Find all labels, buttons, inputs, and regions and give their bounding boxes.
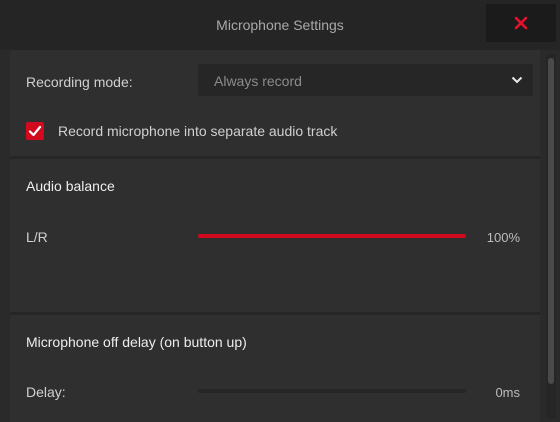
balance-slider[interactable] xyxy=(198,234,466,238)
close-button[interactable] xyxy=(486,4,556,42)
scrollbar-thumb[interactable] xyxy=(548,58,554,384)
close-icon xyxy=(514,16,528,30)
chevron-down-icon xyxy=(511,76,523,84)
balance-slider-fill xyxy=(198,234,466,238)
delay-slider-label: Delay: xyxy=(26,384,66,400)
mic-off-delay-title: Microphone off delay (on button up) xyxy=(26,334,247,350)
balance-slider-label: L/R xyxy=(26,229,48,245)
delay-value: 0ms xyxy=(495,385,520,400)
recording-mode-value: Always record xyxy=(214,73,302,89)
recording-mode-label: Recording mode: xyxy=(26,74,133,90)
title-bar: Microphone Settings xyxy=(0,0,560,50)
settings-panel: Recording mode: Always record Record mic… xyxy=(10,50,540,422)
balance-value: 100% xyxy=(486,230,520,245)
checkmark-icon xyxy=(28,125,42,137)
audio-balance-title: Audio balance xyxy=(26,178,115,194)
section-divider xyxy=(10,312,540,315)
separate-track-label: Record microphone into separate audio tr… xyxy=(58,123,338,139)
section-divider xyxy=(10,156,540,159)
delay-slider[interactable] xyxy=(198,389,466,393)
recording-mode-dropdown[interactable]: Always record xyxy=(198,64,533,96)
separate-track-checkbox[interactable] xyxy=(26,122,44,140)
window-title: Microphone Settings xyxy=(216,17,344,33)
